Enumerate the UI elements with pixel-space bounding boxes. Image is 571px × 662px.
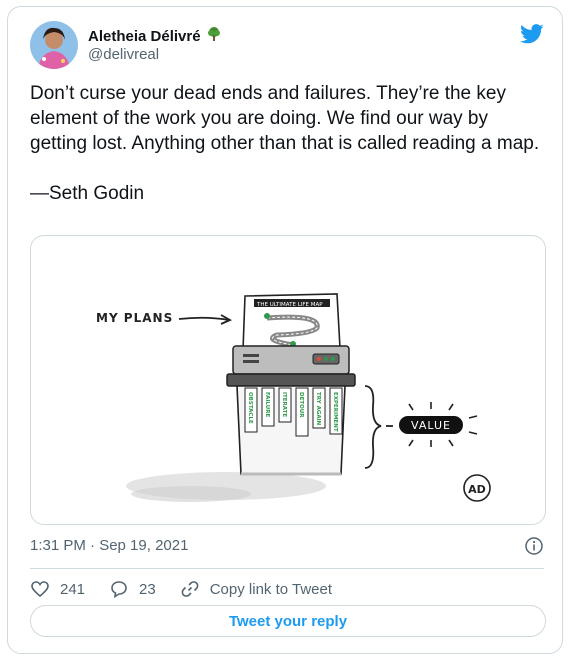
tweet-text: Don’t curse your dead ends and failures.…: [30, 81, 540, 206]
strip-obstacle: OBSTACLE: [247, 392, 253, 424]
info-icon[interactable]: [524, 536, 544, 556]
strip-experiment: EXPERIMENT: [332, 392, 338, 432]
strip-iterate: ITERATE: [281, 392, 287, 417]
tweet-your-reply-button[interactable]: Tweet your reply: [30, 605, 546, 637]
divider: [30, 568, 544, 569]
brace: [364, 385, 382, 469]
paper-title: THE ULTIMATE LIFE MAP: [256, 302, 323, 308]
value-badge: VALUE: [399, 402, 478, 447]
reply-count: 23: [139, 580, 156, 598]
heart-icon: [31, 581, 49, 598]
like-count: 241: [60, 580, 86, 598]
tweet-timestamp[interactable]: 1:31 PM · Sep 19, 2021: [30, 537, 188, 554]
strip-try-again: TRY AGAIN: [315, 392, 321, 426]
life-map-paper: THE ULTIMATE LIFE MAP: [242, 293, 341, 351]
reply-button[interactable]: 23: [109, 579, 156, 599]
tweet-body: Don’t curse your dead ends and failures.…: [30, 83, 540, 154]
avatar[interactable]: [30, 21, 78, 69]
ad-signature-logo: AD: [463, 474, 491, 502]
tweet-attribution: —Seth Godin: [30, 183, 145, 204]
value-label: VALUE: [411, 419, 451, 432]
copy-link-label: Copy link to Tweet: [209, 580, 333, 598]
signature-text: AD: [468, 483, 486, 496]
link-icon: [181, 581, 199, 597]
strip-detour: DETOUR: [298, 392, 304, 418]
copy-link-button[interactable]: Copy link to Tweet: [180, 579, 332, 599]
author-handle[interactable]: @delivreal: [88, 46, 159, 63]
tweet-image[interactable]: MY PLANS THE ULTIMATE LIFE MAP OBSTACLE …: [30, 235, 546, 525]
action-bar: 241 23 Copy link to Tweet: [30, 574, 356, 604]
speech-bubble-icon: [111, 581, 127, 599]
my-plans-label: MY PLANS: [96, 311, 173, 325]
twitter-bird-icon[interactable]: [520, 23, 544, 45]
author-name-row[interactable]: Aletheia Délivré: [88, 26, 222, 46]
arrow-to-paper: [178, 316, 230, 321]
tree-icon: [206, 26, 222, 46]
strip-failure: FAILURE: [264, 392, 270, 417]
like-button[interactable]: 241: [30, 579, 85, 599]
author-name[interactable]: Aletheia Délivré: [88, 28, 201, 45]
tweet-card: Aletheia Délivré @delivreal Don’t curse …: [7, 6, 563, 654]
